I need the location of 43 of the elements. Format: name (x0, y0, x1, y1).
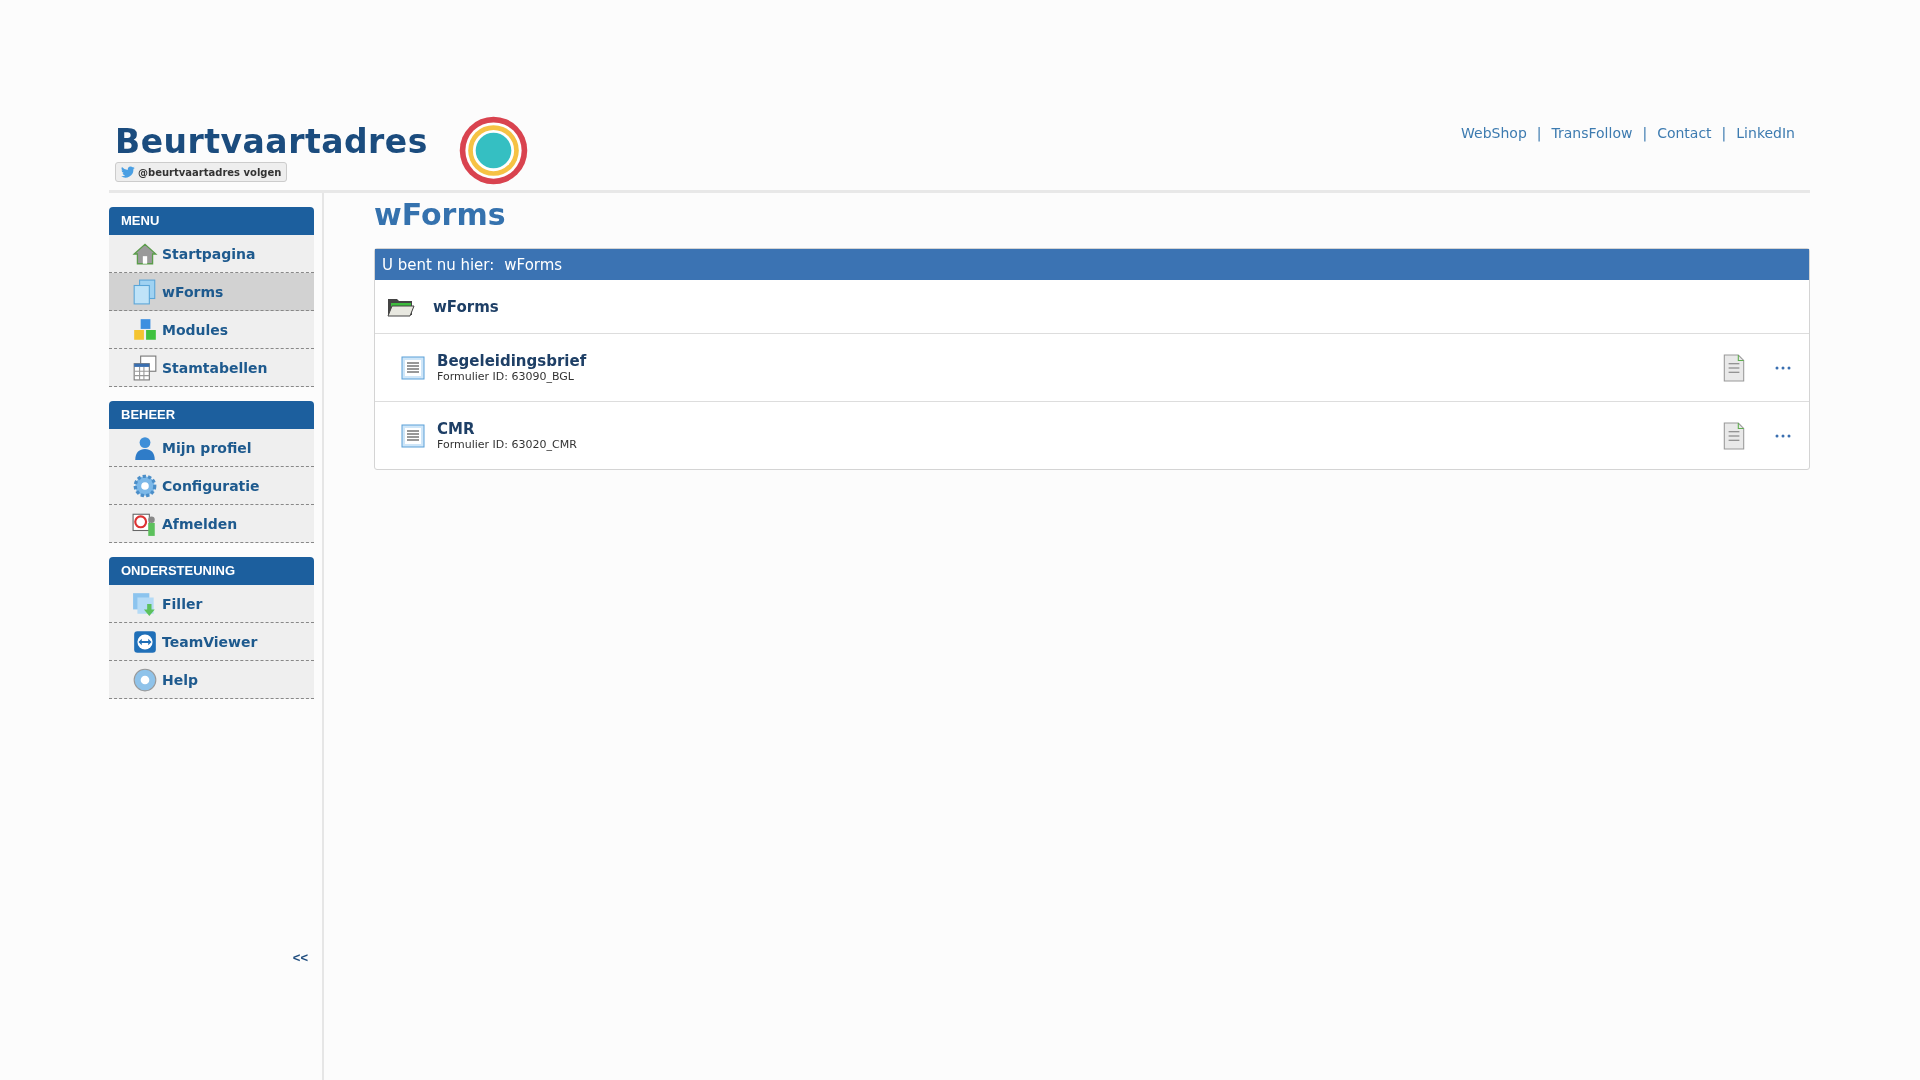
section-header: BEHEER (109, 401, 314, 429)
section-header: MENU (109, 207, 314, 235)
link-separator: | (1721, 125, 1727, 141)
form-id: Formulier ID: 63020_CMR (437, 438, 578, 451)
forms-icon (132, 278, 158, 305)
tables-icon (132, 354, 158, 381)
form-icon (401, 423, 425, 448)
sidebar-item[interactable]: TeamViewer (109, 623, 314, 661)
bird-icon (121, 166, 135, 178)
link-separator: | (1536, 125, 1542, 141)
sidebar-item[interactable]: Configuratie (109, 467, 314, 505)
form-id: Formulier ID: 63090_BGL (437, 370, 575, 383)
section-header: ONDERSTEUNING (109, 557, 314, 585)
follow-button[interactable]: @beurtvaartadres volgen (115, 162, 288, 182)
more-icon[interactable] (1775, 365, 1791, 370)
logo-text: Beurtvaartadres (115, 124, 428, 160)
collapse-button[interactable]: << (292, 950, 308, 965)
sidebar-item[interactable]: Stamtabellen (109, 349, 314, 387)
header-link[interactable]: LinkedIn (1736, 125, 1795, 141)
folder-name: wForms (433, 297, 499, 316)
breadcrumb-label: U bent nu hier: (382, 255, 495, 274)
sidebar-item[interactable]: wForms (109, 273, 314, 311)
sidebar-item[interactable]: Modules (109, 311, 314, 349)
sidebar-item[interactable]: Mijn profiel (109, 429, 314, 467)
sidebar-item[interactable]: Startpagina (109, 235, 314, 273)
link-separator: | (1642, 125, 1648, 141)
sidebar-item[interactable]: Afmelden (109, 505, 314, 543)
form-icon (401, 355, 425, 380)
more-icon[interactable] (1775, 433, 1791, 438)
document-icon[interactable] (1723, 421, 1745, 450)
profile-icon (132, 434, 158, 461)
form-name[interactable]: Begeleidingsbrief (437, 352, 587, 370)
header-link[interactable]: WebShop (1461, 125, 1527, 141)
gear-icon (132, 472, 158, 499)
help-icon (132, 666, 158, 693)
sidebar-item[interactable]: Filler (109, 585, 314, 623)
form-name[interactable]: CMR (437, 420, 475, 438)
sidebar-item[interactable]: Help (109, 661, 314, 699)
breadcrumb-link[interactable]: wForms (504, 255, 563, 274)
header-link[interactable]: Contact (1657, 125, 1712, 141)
header-link[interactable]: TransFollow (1551, 125, 1633, 141)
page-title: wForms (374, 196, 507, 234)
document-icon[interactable] (1723, 353, 1745, 382)
